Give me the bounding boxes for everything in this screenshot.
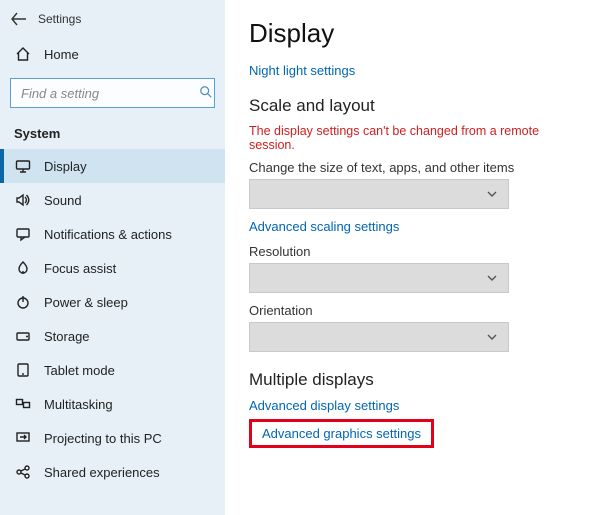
sidebar-item-focus-assist[interactable]: Focus assist [0, 251, 225, 285]
power-icon [14, 294, 32, 310]
home-label: Home [44, 47, 79, 62]
content-pane: Display Night light settings Scale and l… [225, 0, 600, 515]
sidebar-item-notifications[interactable]: Notifications & actions [0, 217, 225, 251]
page-title: Display [249, 18, 582, 49]
notifications-icon [14, 226, 32, 242]
sidebar-item-tablet-mode[interactable]: Tablet mode [0, 353, 225, 387]
search-input[interactable] [19, 85, 199, 102]
combo-text-size[interactable] [249, 179, 509, 209]
sidebar-item-shared-experiences[interactable]: Shared experiences [0, 455, 225, 489]
sidebar-item-storage[interactable]: Storage [0, 319, 225, 353]
shared-icon [14, 464, 32, 480]
nav-label: Shared experiences [44, 465, 160, 480]
search-box[interactable] [10, 78, 215, 108]
nav-label: Storage [44, 329, 90, 344]
nav-label: Projecting to this PC [44, 431, 162, 446]
sidebar-item-power-sleep[interactable]: Power & sleep [0, 285, 225, 319]
combo-resolution[interactable] [249, 263, 509, 293]
sidebar-item-home[interactable]: Home [0, 36, 225, 72]
display-icon [14, 158, 32, 174]
sidebar-item-multitasking[interactable]: Multitasking [0, 387, 225, 421]
search-container [0, 72, 225, 120]
sidebar-item-display[interactable]: Display [0, 149, 225, 183]
sidebar-item-sound[interactable]: Sound [0, 183, 225, 217]
nav-label: Display [44, 159, 87, 174]
section-scale-layout: Scale and layout [249, 96, 582, 116]
chevron-down-icon [486, 331, 498, 343]
link-advanced-graphics[interactable]: Advanced graphics settings [262, 426, 421, 441]
home-icon [14, 46, 32, 62]
link-night-light[interactable]: Night light settings [249, 63, 582, 78]
combo-orientation[interactable] [249, 322, 509, 352]
link-advanced-scaling[interactable]: Advanced scaling settings [249, 219, 582, 234]
sidebar-nav: Display Sound Notifications & actions Fo… [0, 149, 225, 489]
tablet-icon [14, 362, 32, 378]
focus-assist-icon [14, 260, 32, 276]
multitasking-icon [14, 396, 32, 412]
remote-session-warning: The display settings can't be changed fr… [249, 124, 582, 152]
section-multiple-displays: Multiple displays [249, 370, 582, 390]
title-bar: Settings [0, 2, 225, 36]
nav-label: Notifications & actions [44, 227, 172, 242]
label-resolution: Resolution [249, 244, 582, 259]
settings-window: Settings Home System Display [0, 0, 600, 515]
sidebar-item-projecting[interactable]: Projecting to this PC [0, 421, 225, 455]
nav-label: Tablet mode [44, 363, 115, 378]
nav-label: Sound [44, 193, 82, 208]
sound-icon [14, 192, 32, 208]
storage-icon [14, 328, 32, 344]
nav-label: Power & sleep [44, 295, 128, 310]
highlighted-link-box: Advanced graphics settings [249, 419, 434, 448]
chevron-down-icon [486, 272, 498, 284]
nav-label: Multitasking [44, 397, 113, 412]
search-icon [199, 85, 213, 101]
back-button[interactable] [8, 8, 30, 30]
window-title: Settings [38, 12, 81, 26]
sidebar: Settings Home System Display [0, 0, 225, 515]
nav-label: Focus assist [44, 261, 116, 276]
projecting-icon [14, 430, 32, 446]
label-text-size: Change the size of text, apps, and other… [249, 160, 582, 175]
sidebar-category: System [0, 120, 225, 149]
link-advanced-display[interactable]: Advanced display settings [249, 398, 582, 413]
label-orientation: Orientation [249, 303, 582, 318]
chevron-down-icon [486, 188, 498, 200]
